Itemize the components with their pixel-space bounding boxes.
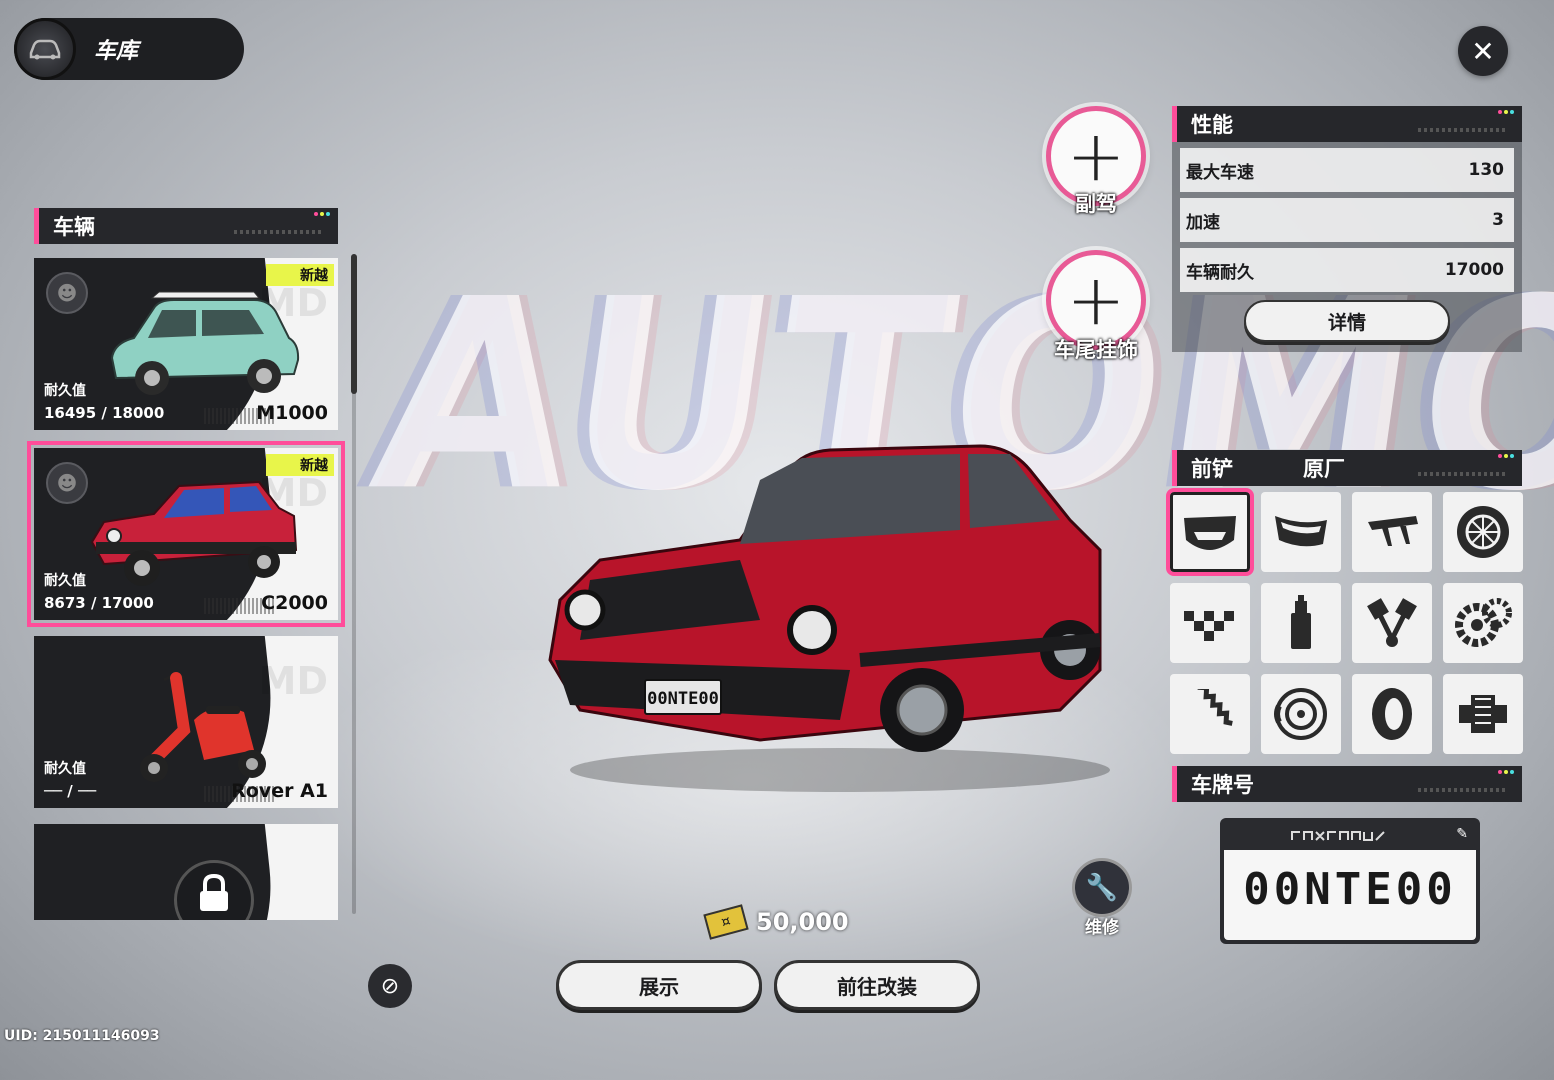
brake-disc-icon	[1274, 688, 1327, 740]
durability-label: 耐久值	[44, 573, 86, 589]
vehicle-card-m1000[interactable]: ☻ MD 新越 耐久值 16495 / 18000 M1000	[34, 258, 338, 430]
part-transmission[interactable]	[1443, 583, 1523, 663]
wrench-icon: 🔧	[1072, 858, 1132, 917]
rim-icon	[1457, 506, 1509, 558]
parts-category-title: 前铲	[1191, 457, 1233, 481]
stat-value: 17000	[1444, 260, 1504, 280]
new-tag: 新越	[266, 264, 334, 286]
vehicle-model-name: M1000	[256, 402, 328, 424]
currency-amount: 50,000	[756, 908, 849, 936]
garage-car-icon	[14, 18, 76, 80]
durability-label: 耐久值	[44, 761, 86, 777]
showcase-button[interactable]: 展示	[556, 960, 762, 1010]
repair-button[interactable]: 🔧 维修	[1062, 858, 1142, 938]
cash-icon: ¤	[703, 904, 749, 940]
vehicle-thumbnail	[110, 291, 300, 395]
stat-value: 130	[1468, 160, 1505, 180]
vehicles-section-title: 车辆	[53, 215, 95, 239]
performance-title: 性能	[1191, 113, 1233, 137]
garage-header: 车库	[14, 18, 244, 80]
durability-value: 16495 / 18000	[44, 404, 165, 422]
stat-row-top-speed: 最大车速 130	[1180, 148, 1514, 192]
tire-icon	[1372, 688, 1412, 740]
owner-avatar-icon: ☻	[46, 462, 88, 504]
repair-label: 维修	[1085, 918, 1119, 938]
performance-header: 性能	[1172, 106, 1522, 142]
license-plate-header: 车牌号	[1172, 766, 1522, 802]
rear-bumper-icon	[1275, 516, 1327, 547]
durability-value: 8673 / 17000	[44, 594, 154, 612]
spoiler-icon	[1368, 516, 1418, 546]
vehicle-thumbnail	[140, 672, 266, 782]
stat-value: 3	[1492, 210, 1504, 230]
plate-number: 00NTE00	[1243, 864, 1457, 915]
license-plate-title: 车牌号	[1191, 773, 1254, 797]
stat-label: 加速	[1186, 212, 1220, 233]
go-modify-button[interactable]: 前往改装	[774, 960, 980, 1010]
part-tire[interactable]	[1352, 674, 1432, 754]
stat-row-acceleration: 加速 3	[1180, 198, 1514, 242]
page-title: 车库	[94, 39, 139, 64]
parts-header: 前铲 原厂	[1172, 450, 1522, 486]
part-front-bumper[interactable]	[1166, 488, 1254, 576]
vehicle-card-rover-a1[interactable]: MD 耐久值 ── / ── Rover A1	[34, 636, 338, 808]
parts-current-value: 原厂	[1303, 457, 1345, 481]
hide-ui-button[interactable]: ⊘	[368, 964, 412, 1008]
part-rim[interactable]	[1443, 492, 1523, 572]
piston-icon	[1367, 598, 1417, 647]
car-plate-text: 00NTE00	[647, 689, 719, 709]
stat-row-durability: 车辆耐久 17000	[1180, 248, 1514, 292]
edit-plate-icon[interactable]: ✎	[1456, 826, 1468, 842]
engine-icon	[1459, 695, 1507, 733]
suspension-spring-icon	[1197, 689, 1233, 726]
user-id: UID: 215011146093	[4, 1028, 160, 1044]
selected-vehicle-model: 00NTE00	[548, 444, 1110, 792]
vehicle-card-locked[interactable]	[34, 824, 338, 920]
vehicle-list-scroll-thumb[interactable]	[351, 254, 357, 394]
close-button[interactable]: ✕	[1458, 26, 1508, 76]
gear-icon	[1455, 598, 1512, 647]
currency-display: ¤ 50,000	[703, 904, 849, 940]
part-spoiler[interactable]	[1352, 492, 1432, 572]
rear-ornament-label: 车尾挂饰	[1054, 338, 1138, 362]
checker-flag-icon	[1184, 611, 1234, 641]
details-button[interactable]: 详情	[1244, 300, 1450, 342]
spray-paint-icon	[1291, 595, 1311, 649]
close-icon: ✕	[1471, 34, 1495, 68]
vehicle-card-c2000[interactable]: ☻ MD 新越 耐久值 8673 / 17000 C2000	[27, 441, 345, 627]
eye-off-icon: ⊘	[380, 973, 400, 999]
durability-label: 耐久值	[44, 383, 86, 399]
vehicles-section-header: 车辆	[34, 208, 338, 244]
vehicle-model-name: Rover A1	[231, 780, 328, 802]
license-plate[interactable]: ✎ 00NTE00	[1220, 818, 1480, 944]
part-paint[interactable]	[1261, 583, 1341, 663]
front-bumper-icon	[1184, 516, 1236, 550]
part-rear-bumper[interactable]	[1261, 492, 1341, 572]
plate-brand-strip	[1224, 822, 1476, 850]
stat-label: 最大车速	[1186, 162, 1254, 183]
part-engine[interactable]	[1443, 674, 1523, 754]
part-brake[interactable]	[1261, 674, 1341, 754]
vehicle-model-name: C2000	[261, 592, 328, 614]
durability-value: ── / ──	[44, 782, 97, 800]
owner-avatar-icon: ☻	[46, 272, 88, 314]
part-decal[interactable]	[1170, 583, 1250, 663]
stat-label: 车辆耐久	[1186, 262, 1254, 283]
part-suspension[interactable]	[1170, 674, 1250, 754]
vehicle-thumbnail	[90, 480, 298, 586]
part-piston[interactable]	[1352, 583, 1432, 663]
passenger-label: 副驾	[1075, 192, 1117, 216]
